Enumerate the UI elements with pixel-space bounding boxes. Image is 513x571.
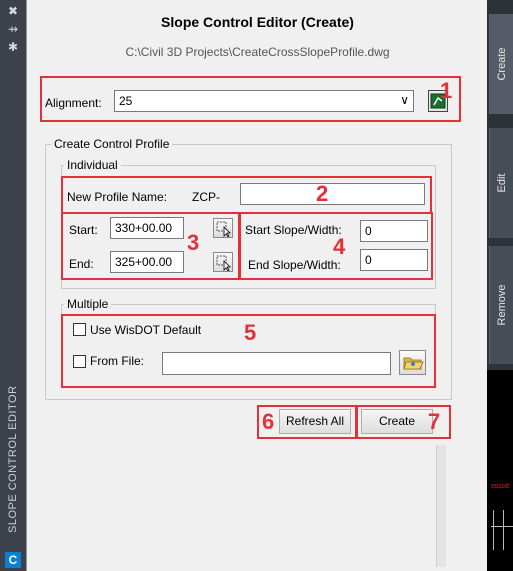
end-station-label: End: bbox=[69, 257, 94, 271]
settings-icon[interactable]: ✱ bbox=[5, 40, 21, 54]
annotation-number: 3 bbox=[187, 230, 200, 255]
civil3d-logo-icon: C bbox=[5, 552, 21, 568]
pick-end-station-button[interactable] bbox=[213, 252, 233, 272]
cad-line bbox=[491, 526, 513, 527]
browse-file-button[interactable] bbox=[399, 350, 426, 375]
start-slope-label: Start Slope/Width: bbox=[245, 223, 342, 237]
tab-create[interactable]: Create bbox=[489, 14, 513, 114]
annotation-number: 6 bbox=[262, 409, 275, 434]
pick-start-station-button[interactable] bbox=[213, 218, 233, 238]
pick-point-icon bbox=[216, 221, 231, 237]
from-file-checkbox[interactable] bbox=[73, 355, 86, 368]
alignment-label: Alignment: bbox=[45, 96, 102, 110]
cad-drawing-area[interactable]: ssscd bbox=[487, 370, 513, 571]
end-slope-input[interactable] bbox=[360, 249, 428, 271]
new-profile-name-input[interactable] bbox=[240, 183, 425, 205]
scrollbar-track[interactable] bbox=[436, 445, 446, 567]
folder-icon bbox=[403, 357, 424, 370]
refresh-all-button[interactable]: Refresh All bbox=[279, 409, 351, 434]
start-slope-input[interactable] bbox=[360, 220, 428, 242]
profile-prefix-label: ZCP- bbox=[192, 190, 220, 204]
multiple-title: Multiple bbox=[64, 297, 112, 311]
alignment-value: 25 bbox=[119, 94, 133, 108]
end-station-input[interactable] bbox=[110, 251, 184, 273]
annotation-number: 4 bbox=[333, 234, 346, 259]
close-icon[interactable]: ✖ bbox=[5, 4, 21, 18]
annotation-number: 5 bbox=[244, 320, 257, 345]
alignment-select[interactable]: 25 ∨ bbox=[114, 90, 414, 112]
individual-title: Individual bbox=[64, 158, 121, 172]
start-station-input[interactable] bbox=[110, 217, 184, 239]
end-slope-label: End Slope/Width: bbox=[248, 258, 341, 272]
tab-remove[interactable]: Remove bbox=[489, 246, 513, 364]
palette-sidebar: ✖ ⇸ ✱ SLOPE CONTROL EDITOR C bbox=[0, 0, 26, 571]
editor-panel: Slope Control Editor (Create) C:\Civil 3… bbox=[26, 0, 487, 571]
use-default-checkbox[interactable] bbox=[73, 323, 86, 336]
cad-line bbox=[493, 510, 494, 550]
pick-point-icon bbox=[216, 255, 231, 271]
new-profile-name-label: New Profile Name: bbox=[67, 190, 168, 204]
palette-title: SLOPE CONTROL EDITOR bbox=[7, 385, 19, 533]
annotation-number: 2 bbox=[316, 181, 329, 206]
dialog-title: Slope Control Editor (Create) bbox=[161, 14, 354, 30]
from-file-label: From File: bbox=[90, 354, 144, 368]
chevron-down-icon[interactable]: ∨ bbox=[400, 93, 409, 107]
cad-line bbox=[503, 510, 504, 550]
pin-icon[interactable]: ⇸ bbox=[5, 22, 21, 36]
annotation-number: 7 bbox=[428, 409, 441, 434]
annotation-number: 1 bbox=[440, 78, 453, 103]
cad-label: ssscd bbox=[491, 483, 509, 490]
file-path: C:\Civil 3D Projects\CreateCrossSlopePro… bbox=[125, 45, 390, 59]
create-control-profile-title: Create Control Profile bbox=[51, 137, 173, 151]
start-station-label: Start: bbox=[69, 223, 98, 237]
tab-edit[interactable]: Edit bbox=[489, 128, 513, 238]
create-button[interactable]: Create bbox=[361, 409, 433, 434]
from-file-input[interactable] bbox=[162, 352, 391, 375]
use-default-label: Use WisDOT Default bbox=[90, 323, 202, 337]
